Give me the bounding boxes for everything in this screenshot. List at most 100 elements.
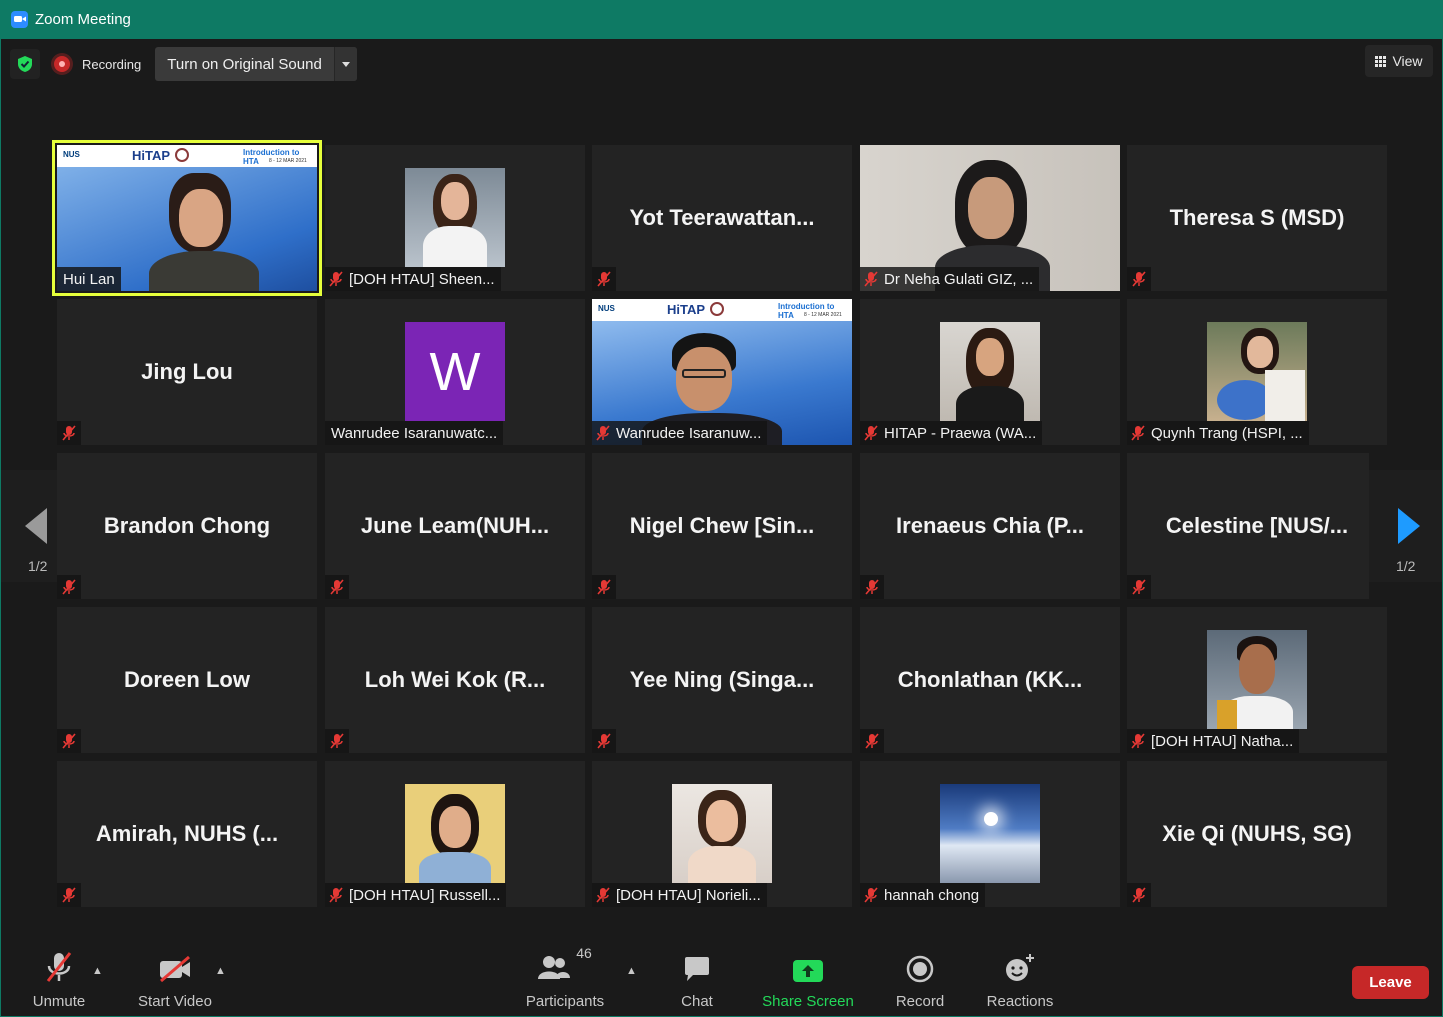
security-shield-icon[interactable]: [10, 49, 40, 79]
page-indicator-left: 1/2: [28, 558, 48, 574]
profile-photo: [672, 784, 772, 883]
view-label: View: [1392, 53, 1423, 69]
video-tile[interactable]: Quynh Trang (HSPI, ...: [1127, 299, 1387, 445]
arrow-left-icon: [25, 508, 47, 544]
video-tile[interactable]: Theresa S (MSD): [1127, 145, 1387, 291]
video-tile[interactable]: Jing Lou: [57, 299, 317, 445]
participants-count: 46: [576, 945, 592, 961]
page-indicator-right: 1/2: [1396, 558, 1416, 574]
participant-name: [DOH HTAU] Norieli...: [616, 886, 761, 904]
muted-mic-icon: [864, 887, 878, 903]
participant-name: [DOH HTAU] Sheen...: [349, 270, 495, 288]
video-tile[interactable]: Chonlathan (KK...: [860, 607, 1120, 753]
original-sound-control: Turn on Original Sound: [155, 47, 357, 81]
muted-mic-icon: [1127, 883, 1151, 907]
muted-mic-icon: [329, 271, 343, 287]
participant-display-name: Loh Wei Kok (R...: [364, 667, 546, 692]
record-label: Record: [895, 993, 945, 1010]
original-sound-button[interactable]: Turn on Original Sound: [155, 47, 334, 81]
video-tile[interactable]: Dr Neha Gulati GIZ, ...: [860, 145, 1120, 291]
video-tile[interactable]: [DOH HTAU] Norieli...: [592, 761, 852, 907]
chat-button[interactable]: Chat: [676, 943, 718, 1017]
participant-display-name: Doreen Low: [124, 667, 250, 692]
muted-mic-icon: [592, 267, 616, 291]
share-screen-button[interactable]: Share Screen: [760, 943, 856, 1017]
participant-display-name: Brandon Chong: [103, 513, 271, 538]
video-tile[interactable]: Doreen Low: [57, 607, 317, 753]
participants-options-caret-icon[interactable]: ▲: [626, 965, 637, 977]
video-tile[interactable]: Yot Teerawattan...: [592, 145, 852, 291]
hitap-logo: HiTAP: [132, 148, 171, 163]
video-tile[interactable]: Xie Qi (NUHS, SG): [1127, 761, 1387, 907]
video-tile[interactable]: W Wanrudee Isaranuwatc...: [325, 299, 585, 445]
record-button[interactable]: Record: [892, 943, 948, 1017]
muted-mic-icon: [596, 425, 610, 441]
participant-display-name: Yee Ning (Singa...: [629, 667, 815, 692]
participant-name-label: Hui Lan: [57, 267, 121, 291]
unmute-button[interactable]: Unmute: [28, 943, 90, 1017]
video-options-caret-icon[interactable]: ▲: [215, 965, 226, 977]
video-tile[interactable]: Loh Wei Kok (R...: [325, 607, 585, 753]
recording-indicator[interactable]: Recording: [54, 49, 141, 79]
reactions-label: Reactions: [986, 993, 1054, 1010]
participants-icon: 46: [538, 945, 592, 987]
meeting-topbar: Recording Turn on Original Sound: [10, 47, 357, 81]
original-sound-dropdown[interactable]: [333, 47, 357, 81]
video-tile[interactable]: [DOH HTAU] Russell...: [325, 761, 585, 907]
muted-mic-icon: [1127, 575, 1151, 599]
recording-dot-icon: [54, 56, 70, 72]
university-seal-icon: [710, 302, 724, 316]
muted-mic-icon: [864, 425, 878, 441]
participant-display-name: Amirah, NUHS (...: [95, 821, 279, 846]
video-tile[interactable]: [DOH HTAU] Sheen...: [325, 145, 585, 291]
video-tile[interactable]: hannah chong: [860, 761, 1120, 907]
video-tile[interactable]: NUS HiTAP Introduction to HTA 8 - 12 MAR…: [52, 140, 322, 296]
video-tile[interactable]: Yee Ning (Singa...: [592, 607, 852, 753]
smiley-plus-icon: [1004, 943, 1036, 983]
participant-display-name: Celestine [NUS/...: [1165, 513, 1349, 538]
participant-name-label: hannah chong: [860, 883, 986, 907]
participant-display-name: Jing Lou: [141, 359, 233, 384]
profile-photo: [940, 784, 1040, 883]
meeting-toolbar: Unmute ▲ Start Video ▲ 46 Participants ▲…: [0, 943, 1443, 1017]
video-tile[interactable]: NUS HiTAP Introduction to HTA 8 - 12 MAR…: [592, 299, 852, 445]
participant-name: Wanrudee Isaranuwatc...: [331, 424, 498, 442]
video-tile[interactable]: Brandon Chong: [57, 453, 317, 599]
video-tile[interactable]: Nigel Chew [Sin...: [592, 453, 852, 599]
participant-display-name: Nigel Chew [Sin...: [629, 513, 815, 538]
muted-mic-icon: [592, 729, 616, 753]
muted-mic-icon: [860, 575, 884, 599]
muted-mic-icon: [329, 887, 343, 903]
share-screen-label: Share Screen: [762, 993, 854, 1010]
muted-mic-icon: [860, 729, 884, 753]
view-button[interactable]: View: [1365, 45, 1433, 77]
window-title: Zoom Meeting: [35, 10, 131, 28]
start-video-button[interactable]: Start Video: [135, 943, 215, 1017]
participant-name-label: Wanrudee Isaranuw...: [592, 421, 768, 445]
participant-name-label: [DOH HTAU] Sheen...: [325, 267, 501, 291]
muted-mic-icon: [1127, 267, 1151, 291]
video-tile[interactable]: HITAP - Praewa (WA...: [860, 299, 1120, 445]
window-titlebar: Zoom Meeting: [0, 0, 1443, 38]
video-tile[interactable]: Irenaeus Chia (P...: [860, 453, 1120, 599]
muted-mic-icon: [57, 883, 81, 907]
zoom-app-icon: [11, 10, 28, 28]
video-tile[interactable]: [DOH HTAU] Natha...: [1127, 607, 1387, 753]
university-seal-icon: [175, 148, 189, 162]
participant-name: HITAP - Praewa (WA...: [884, 424, 1037, 442]
muted-mic-icon: [1131, 425, 1145, 441]
muted-mic-icon: [325, 729, 349, 753]
nus-logo: NUS: [63, 150, 80, 159]
video-tile[interactable]: Celestine [NUS/...: [1127, 453, 1369, 599]
participants-button[interactable]: 46 Participants: [522, 943, 608, 1017]
participant-display-name: Chonlathan (KK...: [897, 667, 1083, 692]
participant-name: [DOH HTAU] Russell...: [349, 886, 501, 904]
leave-button[interactable]: Leave: [1352, 966, 1429, 999]
start-video-label: Start Video: [138, 993, 212, 1010]
slide-banner: NUS HiTAP Introduction to HTA 8 - 12 MAR…: [592, 299, 852, 321]
reactions-button[interactable]: Reactions: [984, 943, 1056, 1017]
video-tile[interactable]: Amirah, NUHS (...: [57, 761, 317, 907]
video-tile[interactable]: June Leam(NUH...: [325, 453, 585, 599]
participant-name: Hui Lan: [63, 270, 115, 288]
audio-options-caret-icon[interactable]: ▲: [92, 965, 103, 977]
